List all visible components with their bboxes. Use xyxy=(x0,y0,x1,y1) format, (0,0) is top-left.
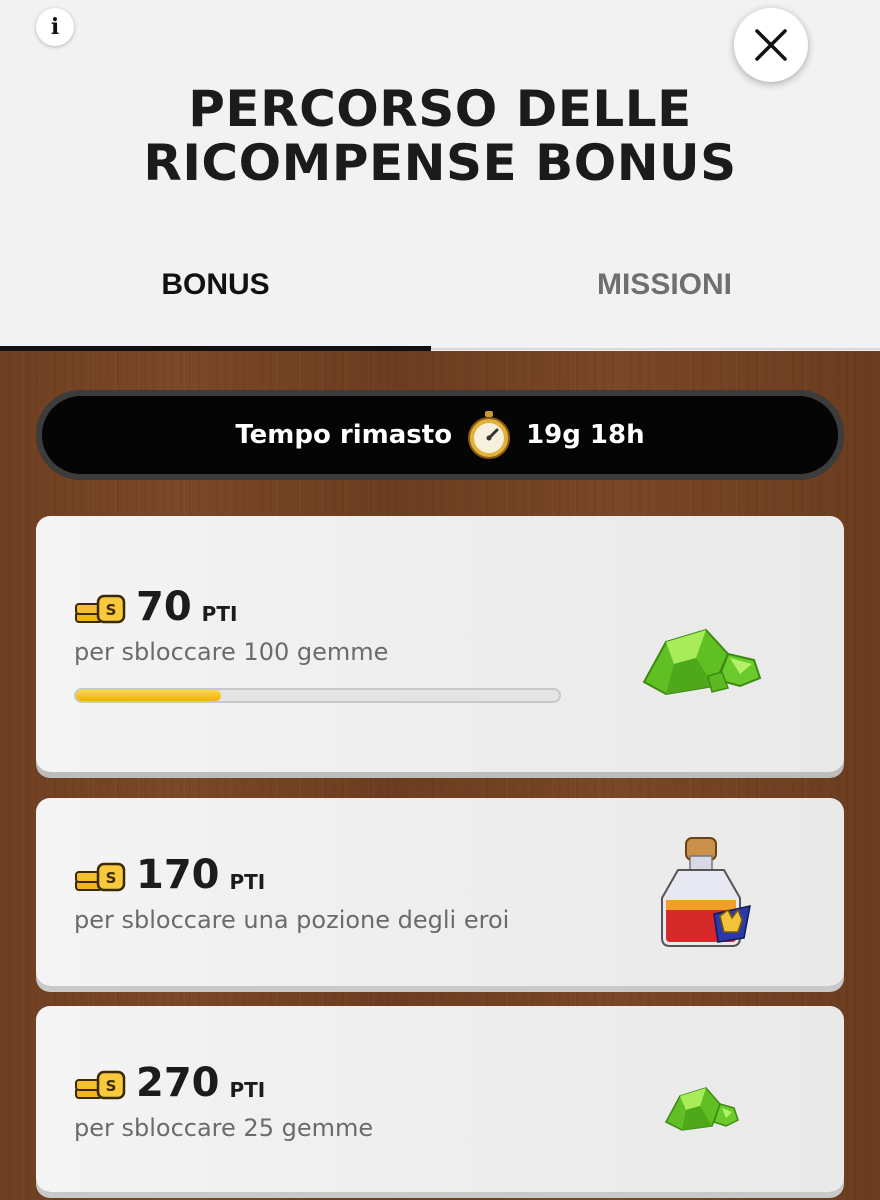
points-coins-icon: S xyxy=(75,862,126,892)
close-button[interactable] xyxy=(734,8,808,82)
points-row: S 270 PTI xyxy=(74,1062,265,1104)
timer-label: Tempo rimasto xyxy=(235,420,453,450)
svg-text:S: S xyxy=(106,601,117,619)
points-unit: PTI xyxy=(201,602,238,626)
points-unit: PTI xyxy=(229,870,266,894)
progress-fill xyxy=(76,690,221,701)
points-value: 70 xyxy=(136,584,192,630)
svg-text:S: S xyxy=(106,869,117,887)
points-value: 170 xyxy=(136,852,220,898)
points-value: 270 xyxy=(136,1060,220,1106)
info-icon: i xyxy=(50,14,60,40)
reward-card[interactable]: S 270 PTI per sbloccare 25 gemme xyxy=(36,1006,844,1192)
reward-description: per sbloccare 25 gemme xyxy=(74,1114,374,1142)
header: i PERCORSO DELLE RICOMPENSE BONUS BONUS … xyxy=(0,0,880,351)
close-icon xyxy=(755,29,787,61)
points-coins-icon: S xyxy=(75,594,126,624)
info-button[interactable]: i xyxy=(36,8,74,46)
hero-potion-icon xyxy=(661,837,751,947)
time-remaining-banner: Tempo rimasto 19g 18h xyxy=(36,390,844,480)
progress-bar xyxy=(74,688,561,703)
gems-icon xyxy=(664,1087,739,1131)
svg-text:S: S xyxy=(106,1077,117,1095)
reward-card[interactable]: S 70 PTI per sbloccare 100 gemme xyxy=(36,516,844,772)
stopwatch-icon xyxy=(468,411,511,459)
tab-divider xyxy=(431,348,880,350)
points-unit: PTI xyxy=(229,1078,266,1102)
timer-value: 19g 18h xyxy=(526,420,645,450)
points-row: S 70 PTI xyxy=(74,586,237,628)
tab-missioni[interactable]: MISSIONI xyxy=(449,268,880,308)
points-coins-icon: S xyxy=(75,1070,126,1100)
gems-icon xyxy=(642,628,762,696)
points-row: S 170 PTI xyxy=(74,854,265,896)
reward-description: per sbloccare una pozione degli eroi xyxy=(74,906,510,934)
reward-card[interactable]: S 170 PTI per sbloccare una pozione degl… xyxy=(36,798,844,986)
page-title: PERCORSO DELLE RICOMPENSE BONUS xyxy=(143,80,737,192)
reward-description: per sbloccare 100 gemme xyxy=(74,638,389,666)
tab-bonus[interactable]: BONUS xyxy=(0,268,431,308)
